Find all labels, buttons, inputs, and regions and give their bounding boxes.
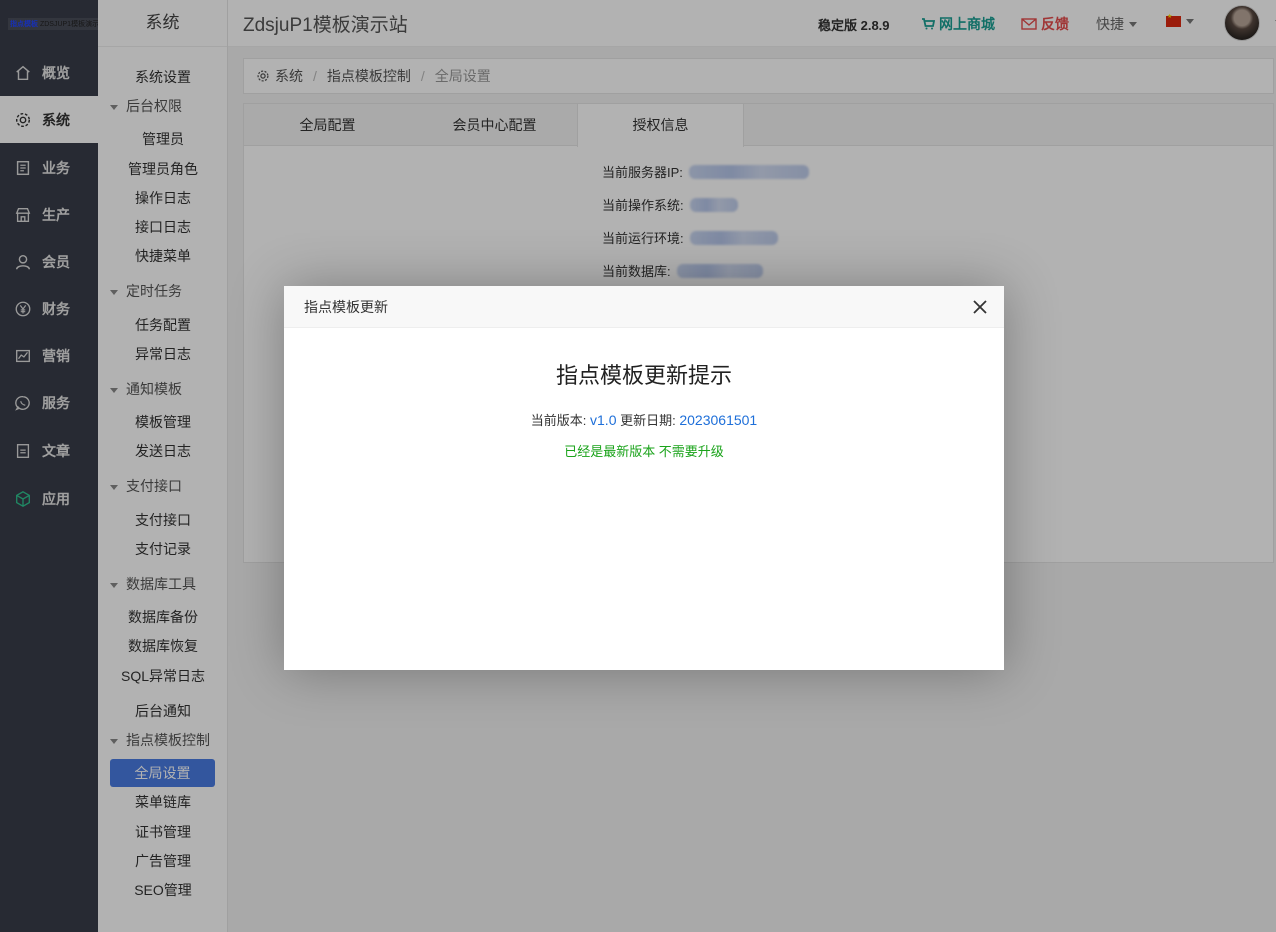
version-info: 当前版本: v1.0 更新日期: 2023061501 — [284, 410, 1004, 429]
close-icon[interactable] — [972, 299, 988, 315]
modal-header: 指点模板更新 — [284, 286, 1004, 328]
date-value: 2023061501 — [679, 412, 758, 428]
date-label: 更新日期: — [620, 413, 676, 428]
version-value: v1.0 — [590, 412, 617, 428]
update-modal: 指点模板更新 指点模板更新提示 当前版本: v1.0 更新日期: 2023061… — [284, 286, 1004, 670]
modal-title: 指点模板更新提示 — [555, 363, 732, 388]
version-label: 当前版本: — [530, 413, 587, 428]
modal-head-title: 指点模板更新 — [304, 299, 388, 315]
update-status: 已经是最新版本 不需要升级 — [564, 444, 724, 459]
